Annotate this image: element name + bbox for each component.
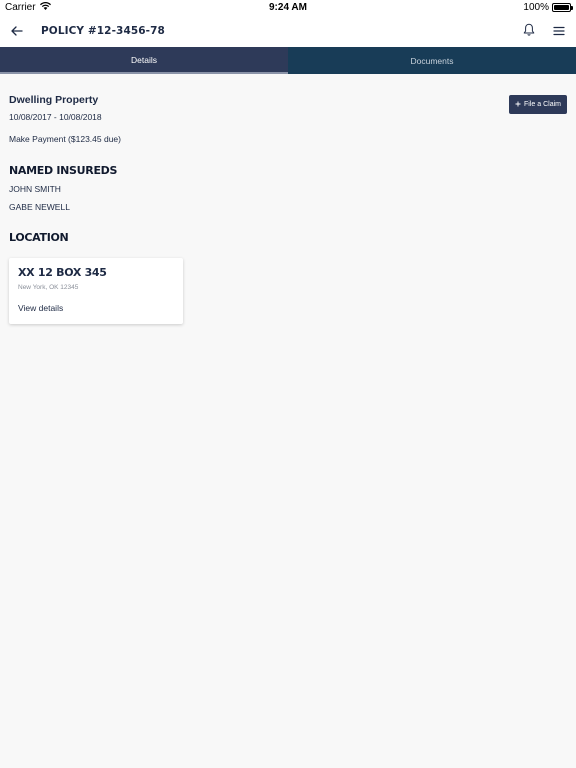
menu-button[interactable] <box>550 23 568 41</box>
battery-percent: 100% <box>523 2 549 13</box>
hamburger-menu-icon <box>553 23 565 41</box>
nav-bar: POLICY #12-3456-78 <box>0 16 576 47</box>
location-heading: LOCATION <box>9 231 69 244</box>
policy-date-range: 10/08/2017 - 10/08/2018 <box>9 112 102 122</box>
plus-icon <box>515 101 521 109</box>
file-claim-label: File a Claim <box>524 101 561 108</box>
status-time: 9:24 AM <box>269 2 307 13</box>
battery-fill <box>554 5 569 10</box>
page-title: POLICY #12-3456-78 <box>41 25 165 37</box>
file-claim-button[interactable]: File a Claim <box>509 95 567 114</box>
make-payment-link[interactable]: Make Payment ($123.45 due) <box>9 134 121 144</box>
status-right: 100% <box>523 2 573 13</box>
named-insureds-heading: NAMED INSUREDS <box>9 164 118 177</box>
tab-details[interactable]: Details <box>0 47 288 74</box>
location-card[interactable]: XX 12 BOX 345 New York, OK 12345 View de… <box>9 258 183 324</box>
notifications-button[interactable] <box>520 23 538 41</box>
view-details-link[interactable]: View details <box>18 303 63 313</box>
back-button[interactable] <box>8 23 26 41</box>
insured-name: JOHN SMITH <box>9 184 61 194</box>
battery-icon <box>552 3 573 12</box>
insured-name: GABE NEWELL <box>9 202 70 212</box>
location-city: New York, OK 12345 <box>18 284 79 291</box>
status-bar: Carrier 9:24 AM 100% <box>0 0 576 16</box>
battery-cap <box>571 6 573 10</box>
tab-bar: Details Documents <box>0 47 576 74</box>
back-arrow-icon <box>11 23 23 41</box>
bell-icon <box>523 23 535 41</box>
tab-documents[interactable]: Documents <box>288 47 576 74</box>
location-address: XX 12 BOX 345 <box>18 266 107 279</box>
property-type: Dwelling Property <box>9 94 99 106</box>
